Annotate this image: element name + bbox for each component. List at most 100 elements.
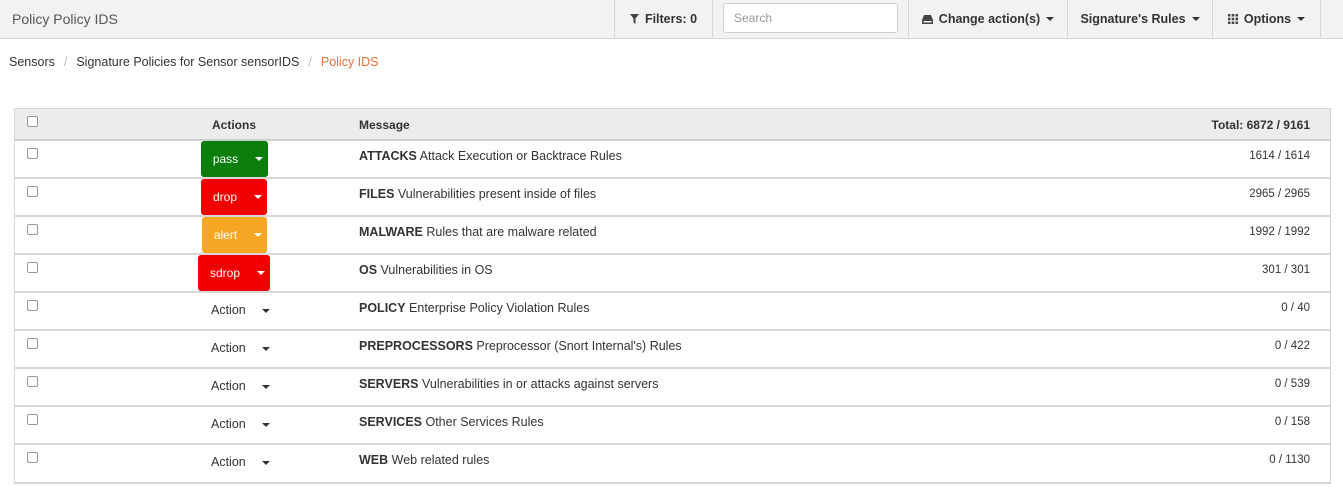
rule-count: 1992 / 1992 <box>1249 226 1310 238</box>
action-dropdown-sdrop[interactable]: sdrop <box>198 255 270 291</box>
breadcrumb: Sensors / Signature Policies for Sensor … <box>9 55 379 69</box>
category-description: Attack Execution or Backtrace Rules <box>419 149 622 163</box>
action-dropdown[interactable]: Action <box>211 379 270 393</box>
category-name: SERVERS <box>359 377 419 391</box>
category-name: SERVICES <box>359 415 422 429</box>
rule-count: 301 / 301 <box>1262 264 1310 276</box>
action-dropdown[interactable]: Action <box>211 341 270 355</box>
search-input[interactable] <box>723 3 898 33</box>
category-name: ATTACKS <box>359 149 417 163</box>
message-cell: WEB Web related rules <box>359 453 489 467</box>
rule-count: 0 / 158 <box>1274 416 1310 428</box>
row-checkbox[interactable] <box>27 148 38 159</box>
action-dropdown-drop[interactable]: drop <box>201 179 267 215</box>
category-description: Rules that are malware related <box>426 225 597 239</box>
page-title: Policy Policy IDS <box>12 11 118 27</box>
toolbar-divider <box>712 0 713 38</box>
category-description: Vulnerabilities in OS <box>380 263 493 277</box>
action-label: Action <box>211 379 246 393</box>
options-button[interactable]: Options <box>1213 0 1320 38</box>
action-dropdown-pass[interactable]: pass <box>201 141 268 177</box>
category-description: Web related rules <box>391 453 490 467</box>
filters-label: Filters: 0 <box>644 12 698 26</box>
row-checkbox[interactable] <box>27 186 38 197</box>
breadcrumb-current: Policy IDS <box>320 55 379 69</box>
row-checkbox[interactable] <box>27 262 38 273</box>
rule-count: 2965 / 2965 <box>1249 188 1310 200</box>
filters-button[interactable]: Filters: 0 <box>615 0 712 38</box>
breadcrumb-sensors[interactable]: Sensors <box>9 55 55 69</box>
row-checkbox[interactable] <box>27 376 38 387</box>
caret-down-icon <box>249 233 267 237</box>
grid-icon <box>1227 14 1238 24</box>
drive-icon <box>921 14 933 24</box>
category-description: Vulnerabilities in or attacks against se… <box>422 377 659 391</box>
action-label: drop <box>212 190 238 204</box>
caret-down-icon <box>261 461 270 465</box>
breadcrumb-signature-policies[interactable]: Signature Policies for Sensor sensorIDS <box>76 55 299 69</box>
caret-down-icon <box>261 423 270 427</box>
signature-rules-button[interactable]: Signature's Rules <box>1068 0 1212 38</box>
message-cell: ATTACKS Attack Execution or Backtrace Ru… <box>359 149 622 163</box>
rule-count: 0 / 422 <box>1274 340 1310 352</box>
caret-down-icon <box>250 157 268 161</box>
table-row: alert MALWARE Rules that are malware rela… <box>15 217 1330 255</box>
policy-categories-table: Actions Message Total: 6872 / 9161 pass A… <box>14 108 1331 484</box>
options-label: Options <box>1243 12 1292 26</box>
select-all-checkbox[interactable] <box>27 116 38 127</box>
table-row: Action PREPROCESSORS Preprocessor (Snort … <box>15 331 1330 369</box>
category-name: PREPROCESSORS <box>359 339 473 353</box>
message-cell: MALWARE Rules that are malware related <box>359 225 597 239</box>
caret-down-icon <box>261 385 270 389</box>
caret-down-icon <box>252 271 270 275</box>
action-dropdown[interactable]: Action <box>211 455 270 469</box>
caret-down-icon <box>261 309 270 313</box>
table-row: pass ATTACKS Attack Execution or Backtrac… <box>15 141 1330 179</box>
category-name: WEB <box>359 453 389 467</box>
chevron-down-icon <box>1191 17 1200 21</box>
action-dropdown-alert[interactable]: alert <box>202 217 267 253</box>
category-name: FILES <box>359 187 395 201</box>
row-checkbox[interactable] <box>27 452 38 463</box>
caret-down-icon <box>249 195 267 199</box>
toolbar-divider <box>1320 0 1321 38</box>
category-name: MALWARE <box>359 225 423 239</box>
action-label: sdrop <box>209 266 241 280</box>
row-checkbox[interactable] <box>27 414 38 425</box>
action-dropdown[interactable]: Action <box>211 417 270 431</box>
action-dropdown[interactable]: Action <box>211 303 270 317</box>
row-checkbox[interactable] <box>27 338 38 349</box>
caret-down-icon <box>261 347 270 351</box>
rule-count: 1614 / 1614 <box>1249 150 1310 162</box>
message-cell: PREPROCESSORS Preprocessor (Snort Intern… <box>359 339 682 353</box>
row-checkbox[interactable] <box>27 300 38 311</box>
table-row: sdrop OS Vulnerabilities in OS 301 / 301 <box>15 255 1330 293</box>
change-actions-button[interactable]: Change action(s) <box>909 0 1067 38</box>
rule-count: 0 / 40 <box>1281 302 1310 314</box>
table-row: Action POLICY Enterprise Policy Violation… <box>15 293 1330 331</box>
row-checkbox[interactable] <box>27 224 38 235</box>
category-description: Other Services Rules <box>425 415 544 429</box>
category-description: Enterprise Policy Violation Rules <box>409 301 590 315</box>
column-header-actions: Actions <box>212 118 257 132</box>
category-name: POLICY <box>359 301 406 315</box>
rule-count: 0 / 1130 <box>1269 454 1310 466</box>
message-cell: OS Vulnerabilities in OS <box>359 263 493 277</box>
action-label: Action <box>211 455 246 469</box>
chevron-down-icon <box>1046 17 1055 21</box>
action-label: pass <box>212 152 239 166</box>
table-row: Action SERVERS Vulnerabilities in or atta… <box>15 369 1330 407</box>
breadcrumb-divider: / <box>63 55 68 69</box>
message-cell: SERVICES Other Services Rules <box>359 415 544 429</box>
table-row: drop FILES Vulnerabilities present inside… <box>15 179 1330 217</box>
action-label: Action <box>211 417 246 431</box>
column-header-message: Message <box>359 118 410 132</box>
table-header: Actions Message Total: 6872 / 9161 <box>15 109 1330 141</box>
category-name: OS <box>359 263 378 277</box>
filter-icon <box>629 14 639 24</box>
breadcrumb-divider: / <box>308 55 312 69</box>
action-label: Action <box>211 303 246 317</box>
change-actions-label: Change action(s) <box>938 12 1041 26</box>
category-description: Preprocessor (Snort Internal's) Rules <box>476 339 682 353</box>
rule-count: 0 / 539 <box>1274 378 1310 390</box>
